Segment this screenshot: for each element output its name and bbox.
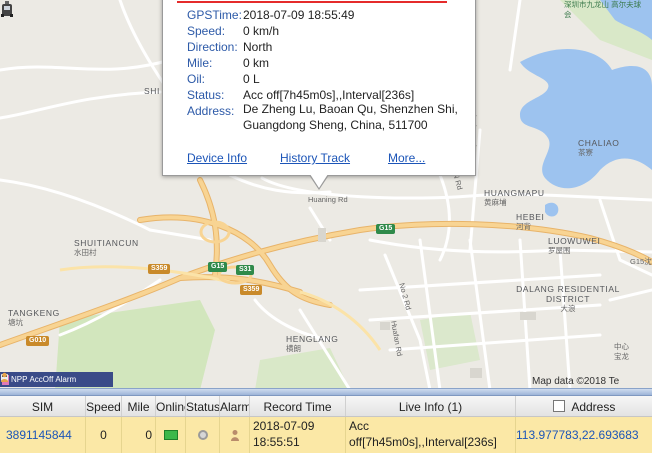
cell-online	[156, 417, 186, 453]
map-label-shi: SHI	[144, 86, 160, 96]
legend-npp: NPP	[11, 375, 28, 384]
map-label-henglang: HENGLANG 横朗	[286, 334, 339, 353]
alarm-person-icon	[1, 372, 8, 382]
park-area	[420, 312, 480, 370]
popup-address-value: De Zheng Lu, Baoan Qu, Shenzhen Shi, Gua…	[243, 102, 458, 132]
vehicle-marker-icon[interactable]	[0, 0, 14, 18]
map-label-tangkeng: TANGKENG 塘坑	[8, 308, 60, 327]
col-mile[interactable]: Mile	[122, 396, 156, 416]
cell-speed: 0	[86, 417, 122, 453]
popup-value: 0 km	[243, 56, 270, 70]
col-speed[interactable]: Speed	[86, 396, 122, 416]
cell-alarm	[220, 417, 250, 453]
popup-label: Status:	[187, 88, 225, 102]
popup-label: Speed:	[187, 24, 226, 38]
cell-status	[186, 417, 220, 453]
popup-value: 0 km/h	[243, 24, 280, 38]
map-label-huangmapu: HUANGMAPU 黄麻埔	[484, 188, 545, 207]
address-checkbox[interactable]	[552, 400, 565, 412]
history-track-link[interactable]: History Track	[280, 151, 350, 165]
popup-rule	[177, 1, 447, 3]
cell-mile: 0	[122, 417, 156, 453]
popup-value: 0 L	[243, 72, 260, 86]
highway-shield-s359: S359	[148, 264, 171, 274]
more-link[interactable]: More...	[388, 151, 425, 165]
cell-record-time: 2018-07-09 18:55:51	[250, 417, 346, 453]
table-row[interactable]: 3891145844 0 0 2018-07-09 18:55:51 Acc o…	[0, 417, 652, 453]
popup-label: Direction:	[187, 40, 238, 54]
cell-live-info: Acc off[7h45m0s],,Interval[236s]	[346, 417, 516, 453]
col-sim[interactable]: SIM	[0, 396, 86, 416]
map-label-chaliao: CHALIAO 茶寮	[578, 138, 620, 157]
device-info-link[interactable]: Device Info	[187, 151, 247, 165]
highway-shield-g15: G15	[376, 224, 396, 234]
popup-label: Oil:	[187, 72, 205, 86]
col-live-info[interactable]: Live Info (1)	[346, 396, 516, 416]
col-address-label[interactable]: Address	[571, 400, 615, 414]
highway-shield-s359: S359	[240, 285, 263, 295]
legend-alarm: Alarm	[55, 375, 77, 384]
reservoir	[520, 48, 652, 189]
sim-link[interactable]: 3891145844	[6, 428, 72, 442]
pond	[545, 202, 559, 217]
col-status[interactable]: Status	[186, 396, 220, 416]
map-label-shuitiancun: SHUITIANCUN 水田村	[74, 238, 139, 257]
grid-header: SIM Speed Mile Online Status Alarm Recor…	[0, 396, 652, 417]
highway-shield-g15: G15	[208, 262, 228, 272]
col-record-time[interactable]: Record Time	[250, 396, 346, 416]
vehicle-grid: SIM Speed Mile Online Status Alarm Recor…	[0, 396, 652, 455]
online-signal-icon	[163, 430, 178, 440]
popup-tail	[310, 174, 328, 188]
status-ball-icon	[197, 430, 208, 440]
popup-label: GPSTime:	[187, 8, 242, 22]
cell-address[interactable]: 113.977783,22.693683	[516, 417, 652, 453]
highway-shield-g010: G010	[26, 336, 50, 346]
col-online[interactable]: Online	[156, 396, 186, 416]
popup-label: Mile:	[187, 56, 213, 70]
road-label-huaning: Huaning Rd	[308, 195, 348, 204]
vehicle-info-popup: GPSTime: 2018-07-09 18:55:49 Speed: 0 km…	[162, 0, 476, 190]
popup-value: North	[243, 40, 273, 54]
popup-label: Address:	[187, 104, 235, 118]
road-label-g15x: G15沈	[630, 257, 652, 266]
map-label-golf-club: 深圳市九龙山 高尔夫球会	[564, 0, 642, 19]
panel-splitter[interactable]	[0, 388, 652, 396]
map-view[interactable]: SHUITIANCUN 水田村 TANGKENG 塘坑 HENGLANG 横朗 …	[0, 0, 652, 390]
col-address: Address	[516, 396, 652, 416]
map-label-dalang: DALANG RESIDENTIAL DISTRICT 大浪	[516, 284, 620, 313]
alarm-person-icon	[230, 430, 239, 441]
popup-value: 2018-07-09 18:55:49	[243, 8, 355, 22]
map-label-hebei: HEBEI 河背	[516, 212, 545, 231]
status-legend: NPP AccOff Alarm	[0, 372, 113, 387]
coordinates-link[interactable]: 113.977783,22.693683	[516, 428, 639, 442]
legend-accoff: AccOff	[29, 375, 54, 384]
map-attribution: Map data ©2018 Te	[532, 376, 620, 387]
cell-sim[interactable]: 3891145844	[0, 417, 86, 453]
highway-shield-s31: S31	[236, 265, 255, 275]
col-alarm[interactable]: Alarm	[220, 396, 250, 416]
map-label-baolong: 中心 宝龙	[614, 342, 629, 361]
map-label-luowuwei: LUOWUWEI 罗屋围	[548, 236, 601, 255]
popup-value: Acc off[7h45m0s],,Interval[236s]	[243, 88, 415, 102]
